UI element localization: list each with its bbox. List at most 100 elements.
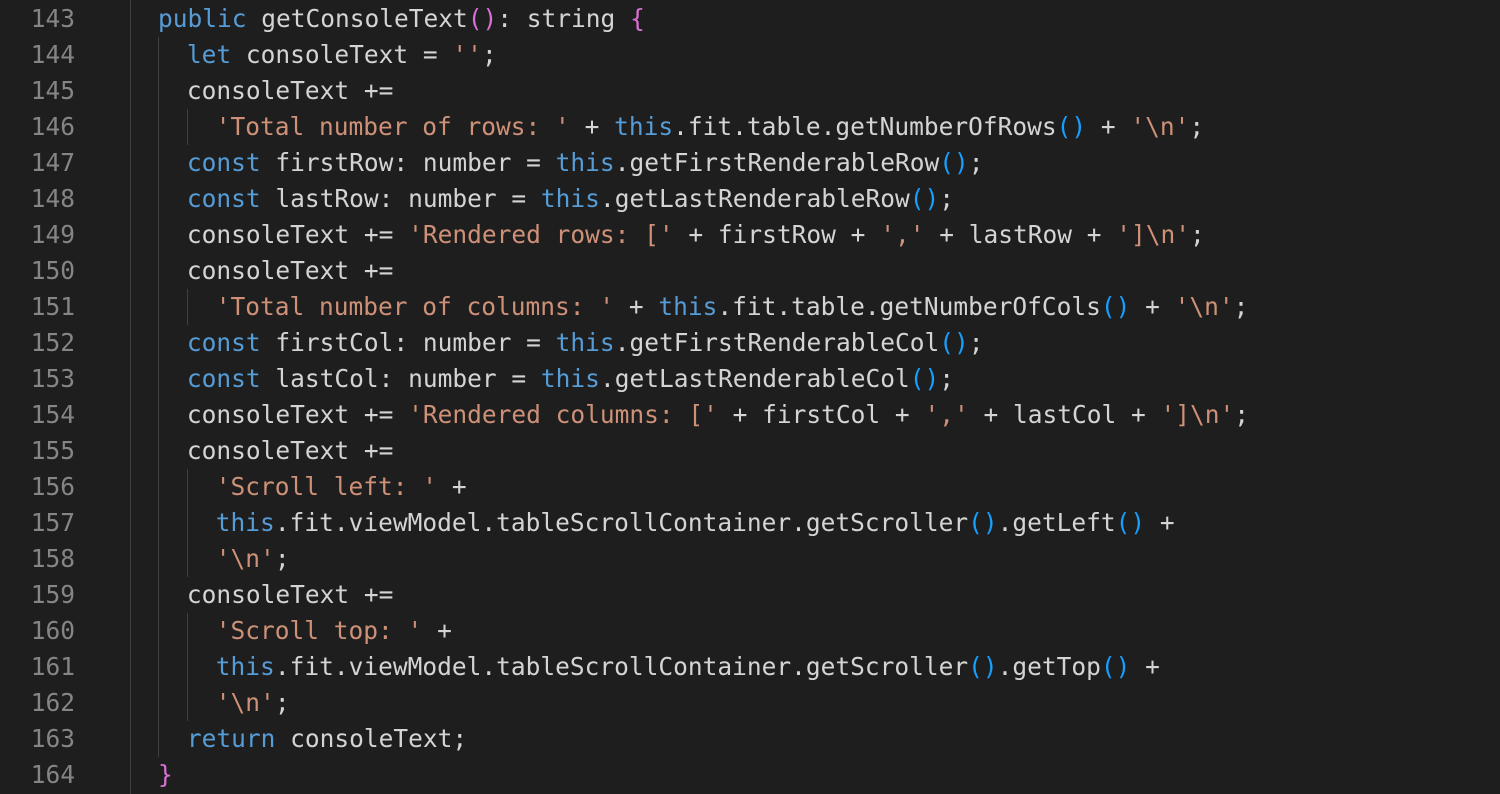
indent-guide (186, 505, 188, 541)
code-text: consoleText += 'Rendered columns: [' + f… (187, 397, 1249, 433)
indent-guide (158, 721, 159, 757)
code-token: consoleText += (186, 256, 394, 285)
code-token: this (540, 364, 600, 393)
indent-guide (158, 325, 159, 361)
code-line[interactable]: 147 const firstRow: number = this.getFirs… (0, 145, 1500, 181)
code-text: consoleText += (187, 73, 394, 109)
code-token: consoleText += (186, 220, 409, 249)
code-token: const (186, 328, 261, 357)
code-token: this (215, 508, 275, 537)
code-line[interactable]: 145 consoleText += (0, 73, 1500, 109)
line-number: 144 (30, 40, 75, 69)
code-line[interactable]: 153 const lastCol: number = this.getLastR… (0, 361, 1500, 397)
code-token: this (540, 184, 600, 213)
code-token: .getLeft (997, 508, 1116, 537)
code-token: { (630, 4, 645, 33)
code-line[interactable]: 157 this.fit.viewModel.tableScrollContain… (0, 505, 1500, 541)
code-token: () (909, 364, 940, 393)
code-text: 'Scroll left: ' + (216, 469, 467, 505)
indent-guide (186, 469, 188, 505)
code-token: 'Scroll left: ' (215, 472, 438, 501)
line-number: 158 (30, 544, 75, 573)
code-token: '\n' (1130, 112, 1190, 141)
code-token: () (939, 328, 969, 357)
code-text: this.fit.viewModel.tableScrollContainer.… (216, 649, 1160, 685)
code-text: 'Total number of columns: ' + this.fit.t… (216, 289, 1249, 325)
code-token: ; (1189, 112, 1205, 141)
code-line[interactable]: 160 'Scroll top: ' + (0, 613, 1500, 649)
code-token: firstRow: number = (260, 148, 556, 177)
code-token: () (939, 148, 969, 177)
line-number: 146 (30, 112, 75, 141)
code-line[interactable]: 164} (0, 757, 1500, 793)
code-token: 'Total number of rows: ' (215, 112, 570, 141)
indent-guide (186, 613, 188, 649)
code-text: const firstCol: number = this.getFirstRe… (187, 325, 984, 361)
code-text: consoleText += (187, 253, 394, 289)
code-token: ; (1233, 292, 1249, 321)
indent-guide (158, 361, 159, 397)
code-line[interactable]: 156 'Scroll left: ' + (0, 469, 1500, 505)
code-token: const (186, 184, 261, 213)
code-token: .fit.viewModel.tableScrollContainer.getS… (274, 508, 969, 537)
line-number: 159 (30, 580, 75, 609)
line-number: 152 (30, 328, 75, 357)
code-line[interactable]: 161 this.fit.viewModel.tableScrollContain… (0, 649, 1500, 685)
code-line[interactable]: 151 'Total number of columns: ' + this.fi… (0, 289, 1500, 325)
indent-guide (158, 433, 159, 469)
code-token: } (158, 760, 173, 789)
indent-guide (186, 109, 188, 145)
line-number: 153 (30, 364, 75, 393)
code-line[interactable]: 162 '\n'; (0, 685, 1500, 721)
line-number: 156 (30, 472, 75, 501)
code-line[interactable]: 163 return consoleText; (0, 721, 1500, 757)
code-token: let (186, 40, 232, 69)
line-number: 149 (30, 220, 75, 249)
code-token: () (909, 184, 940, 213)
indent-guide (186, 649, 188, 685)
indent-guide (158, 73, 159, 109)
line-number: 151 (30, 292, 75, 321)
code-text: consoleText += (187, 433, 394, 469)
code-token: '' (452, 40, 482, 69)
code-line[interactable]: 143 public getConsoleText(): string { (0, 1, 1500, 37)
code-text: this.fit.viewModel.tableScrollContainer.… (216, 505, 1175, 541)
code-token: ; (939, 184, 954, 213)
indent-guide (158, 505, 159, 541)
code-token: + lastCol + (968, 400, 1161, 429)
code-line[interactable]: 158 '\n'; (0, 541, 1500, 577)
code-token: .fit.viewModel.tableScrollContainer.getS… (274, 652, 969, 681)
code-line[interactable]: 150 consoleText += (0, 253, 1500, 289)
code-token: + (1086, 112, 1131, 141)
line-number: 147 (30, 148, 75, 177)
code-line[interactable]: 159 consoleText += (0, 577, 1500, 613)
code-token: consoleText += (186, 76, 394, 105)
code-token: + lastRow + (924, 220, 1117, 249)
code-line[interactable]: 144 let consoleText = ''; (0, 37, 1500, 73)
code-line[interactable]: 148 const lastRow: number = this.getLastR… (0, 181, 1500, 217)
code-token: ; (968, 148, 984, 177)
code-token: this (555, 148, 615, 177)
code-token: '\n' (215, 544, 275, 573)
code-token: lastRow: number = (260, 184, 541, 213)
line-number: 154 (30, 400, 75, 429)
code-token: this (614, 112, 674, 141)
indent-guide (158, 145, 159, 181)
code-token: ',' (880, 220, 925, 249)
code-token: this (555, 328, 615, 357)
code-token: ']\n' (1160, 400, 1235, 429)
code-line[interactable]: 154 consoleText += 'Rendered columns: [' … (0, 397, 1500, 433)
code-line[interactable]: 149 consoleText += 'Rendered rows: [' + f… (0, 217, 1500, 253)
code-token: consoleText += (186, 580, 394, 609)
code-token: return (186, 724, 276, 753)
code-line[interactable]: 155 consoleText += (0, 433, 1500, 469)
code-text: let consoleText = ''; (187, 37, 497, 73)
code-token: const (186, 364, 261, 393)
code-text: const firstRow: number = this.getFirstRe… (187, 145, 984, 181)
code-line[interactable]: 146 'Total number of rows: ' + this.fit.t… (0, 109, 1500, 145)
code-token: () (1115, 508, 1146, 537)
code-token: ; (274, 688, 290, 717)
line-number: 160 (30, 616, 75, 645)
code-editor[interactable]: 143 public getConsoleText(): string { 144 l… (0, 0, 1500, 794)
code-line[interactable]: 152 const firstCol: number = this.getFirs… (0, 325, 1500, 361)
